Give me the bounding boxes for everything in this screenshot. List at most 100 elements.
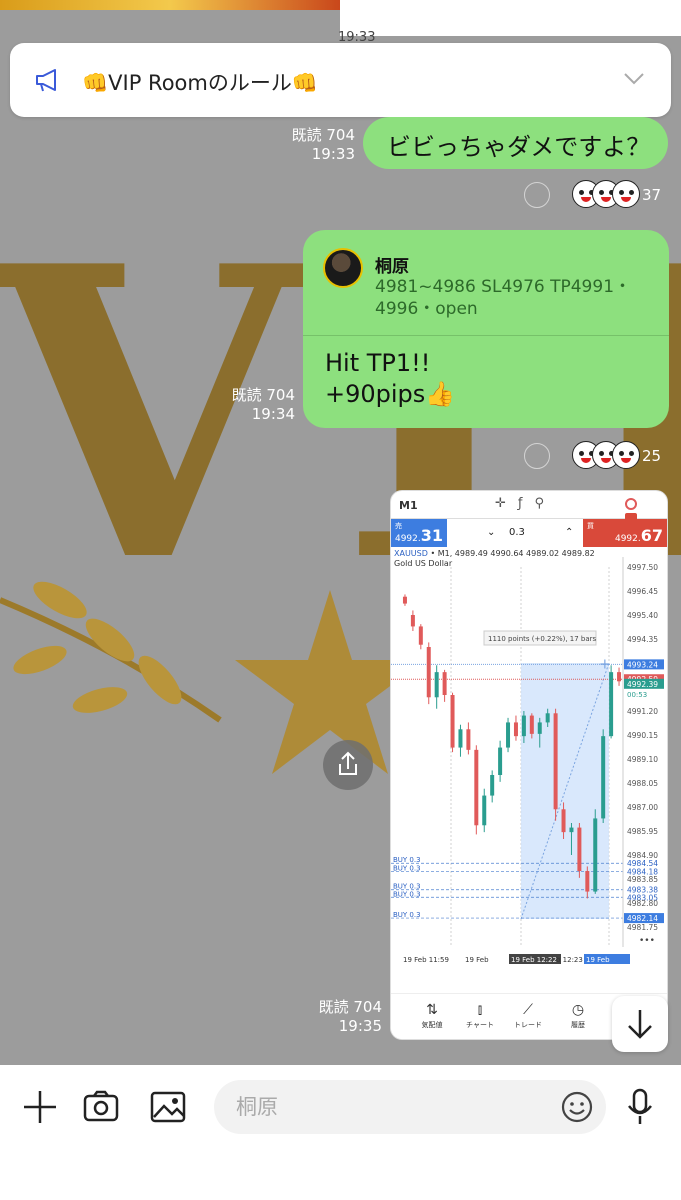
y-tick-label: 4992.39 [627, 680, 658, 689]
candle-body [537, 722, 542, 734]
order-label: BUY 0.3 [393, 864, 421, 872]
quoted-text: 4981~4986 SL4976 TP4991・4996・open [375, 277, 632, 319]
chart-toolbar: M1 ✛ƒ⚲ [391, 491, 667, 525]
candle-body [442, 672, 447, 695]
y-tick-label: 4989.10 [627, 755, 658, 764]
avatar[interactable] [323, 248, 363, 288]
message-time: 19:33 [311, 145, 355, 163]
x-tick-label: 19 Feb [465, 956, 489, 964]
candle-body [513, 722, 518, 737]
chart-toolbar-right-icons [625, 498, 659, 525]
x-tick-label: b 12:23 [556, 956, 583, 964]
reaction-faces[interactable] [572, 180, 640, 208]
emoji-icon[interactable] [560, 1090, 594, 1128]
plus-icon[interactable] [22, 1087, 58, 1131]
tab-trade[interactable]: ⟋ トレード [503, 1002, 553, 1030]
reaction-count: 37 [642, 186, 662, 204]
candle-body [450, 695, 455, 748]
measure-label: 1110 points (+0.22%), 17 bars [488, 635, 597, 643]
scroll-to-bottom-button[interactable] [612, 996, 668, 1052]
candle-body [482, 795, 487, 826]
y-tick-label: 4991.20 [627, 707, 658, 716]
add-reaction-icon[interactable] [524, 182, 550, 208]
candle-body [418, 626, 423, 645]
candle-body [569, 827, 574, 833]
reaction-face-icon [612, 441, 640, 469]
message-time: 19:35 [338, 1017, 382, 1035]
message-line: Hit TP1!! [325, 349, 431, 377]
symbol-name: XAUUSD [394, 549, 428, 558]
y-tick-label: 4995.40 [627, 611, 658, 620]
y-tick-label: 4982.14 [627, 914, 658, 923]
candle-body [593, 818, 598, 892]
y-tick-label: 4996.45 [627, 587, 658, 596]
tab-quotes[interactable]: ⇅ 気配値 [407, 1002, 457, 1030]
y-tick-label: 4983.85 [627, 875, 658, 884]
read-receipt: 既読 704 [231, 386, 295, 404]
candlestick-chart: 1110 points (+0.22%), 17 bars BUY 0.3 BUY … [391, 557, 664, 964]
chevron-up-icon[interactable]: ⌃ [565, 527, 573, 538]
order-label: BUY 0.3 [393, 890, 421, 898]
crosshair-icon: + [599, 656, 611, 672]
add-reaction-icon[interactable] [524, 443, 550, 469]
candle-body [498, 747, 503, 775]
chevron-down-icon[interactable] [623, 71, 645, 90]
message-input-bar [0, 1065, 681, 1200]
share-icon [339, 751, 357, 775]
candle-body [545, 713, 550, 723]
microphone-icon[interactable] [624, 1087, 656, 1131]
chevron-down-icon[interactable]: ⌄ [487, 527, 495, 538]
reaction-count: 25 [642, 447, 662, 465]
chart-screenshot-message[interactable]: M1 ✛ƒ⚲ 売 4992.31 ⌄ 0.3 ⌃ 買 4992.67 1110 … [390, 490, 668, 1040]
candle-body [609, 672, 614, 737]
message-line: +90pips👍 [325, 380, 456, 408]
tab-history[interactable]: ◷ 履歴 [553, 1002, 603, 1030]
y-tick-label: 4994.35 [627, 635, 658, 644]
candle-body [506, 722, 511, 748]
lot-size: 0.3 [509, 527, 525, 538]
read-receipt: 既読 704 [318, 998, 382, 1016]
reaction-faces[interactable] [572, 441, 640, 469]
message-bubble[interactable]: ビビっちゃダメですよ？ [363, 117, 668, 169]
buy-label: 買 [587, 522, 594, 530]
lot-selector[interactable]: ⌄ 0.3 ⌃ [447, 519, 585, 547]
buy-button[interactable]: 買 4992.67 [583, 519, 667, 547]
y-tick-label: 4982.80 [627, 899, 658, 908]
buy-price: 4992.67 [614, 526, 663, 545]
top-ghost-image [340, 0, 681, 36]
message-meta: 既読 704 19:34 [210, 386, 295, 424]
message-input[interactable] [236, 1092, 536, 1122]
message-time: 19:34 [251, 405, 295, 423]
tab-chart[interactable]: ⫾ チャート [455, 1002, 505, 1030]
trade-icon: ⟋ [523, 1002, 533, 1018]
pinned-title: 👊VIP Roomのルール👊 [82, 71, 318, 95]
chart-icon: ⫾ [477, 1002, 483, 1018]
message-body: Hit TP1!! +90pips👍 [325, 348, 455, 410]
reaction-face-icon [612, 180, 640, 208]
y-tick-label: 4997.50 [627, 563, 658, 572]
y-tick-label: 4993.24 [627, 660, 658, 669]
reply-message-bubble[interactable]: 桐原 4981~4986 SL4976 TP4991・4996・open Hit… [303, 230, 669, 428]
camera-icon[interactable] [83, 1087, 119, 1131]
image-icon[interactable] [150, 1087, 186, 1131]
candle-body [434, 672, 439, 698]
message-input-box[interactable] [214, 1080, 606, 1134]
candle-body [402, 596, 407, 604]
x-tick-label: 19 Feb 11:59 [403, 956, 449, 964]
message-meta: 既読 704 19:35 [300, 998, 382, 1036]
pinned-announcement[interactable]: 👊VIP Roomのルール👊 [10, 43, 671, 117]
candle-body [466, 729, 471, 750]
quoted-sender-name: 桐原 [375, 257, 409, 277]
history-icon: ◷ [571, 1002, 585, 1018]
quote-bar: 売 4992.31 ⌄ 0.3 ⌃ 買 4992.67 [391, 519, 667, 547]
countdown-label: 00:53 [627, 691, 647, 699]
y-tick-label: 4985.95 [627, 827, 658, 836]
candle-body [521, 715, 526, 737]
x-tick-label: 19 Feb 12:22 [511, 956, 557, 964]
share-button[interactable] [323, 740, 373, 790]
sell-button[interactable]: 売 4992.31 [391, 519, 447, 547]
megaphone-icon [34, 67, 62, 97]
candle-body [561, 809, 566, 833]
y-tick-label: 4988.05 [627, 779, 658, 788]
message-meta: 既読 704 19:33 [270, 126, 355, 164]
